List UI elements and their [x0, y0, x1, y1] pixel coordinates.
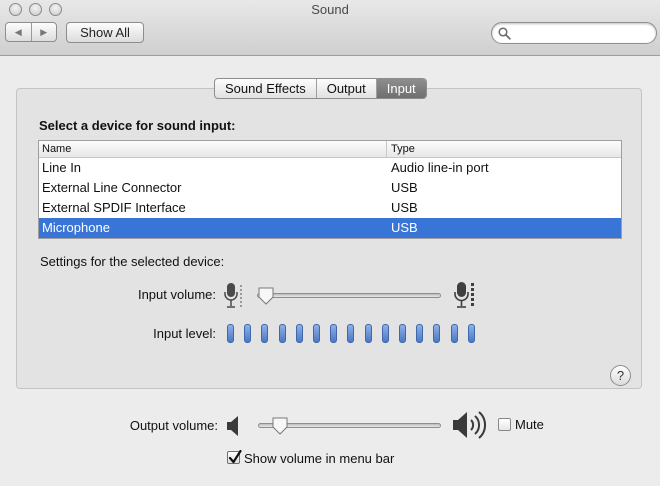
input-level-segment	[433, 324, 441, 343]
show-all-button[interactable]: Show All	[66, 22, 144, 43]
input-level-segment	[261, 324, 269, 343]
speaker-high-icon	[453, 411, 486, 439]
device-type: Audio line-in port	[391, 160, 489, 175]
input-device-table: Name Type Line In Audio line-in port Ext…	[38, 140, 622, 239]
help-button[interactable]: ?	[610, 365, 631, 386]
table-row[interactable]: Line In Audio line-in port	[39, 158, 621, 178]
help-icon: ?	[616, 368, 625, 383]
microphone-high-icon	[454, 282, 474, 308]
device-name: Microphone	[42, 220, 110, 235]
device-name: External SPDIF Interface	[42, 200, 186, 215]
chevron-left-icon: ◀	[14, 26, 22, 37]
input-level-segment	[450, 324, 458, 343]
column-header-name[interactable]: Name	[39, 141, 387, 157]
speaker-low-icon	[227, 416, 238, 436]
tab-input[interactable]: Input	[375, 79, 426, 98]
device-type: USB	[391, 220, 418, 235]
back-forward-group: ◀ ▶	[5, 22, 57, 42]
microphone-low-icon	[224, 283, 242, 308]
input-level-segment	[313, 324, 321, 343]
input-level-segment	[364, 324, 372, 343]
input-level-segment	[399, 324, 407, 343]
input-volume-label: Input volume:	[137, 287, 216, 302]
device-name: Line In	[42, 160, 82, 175]
search-icon	[498, 27, 511, 40]
input-level-segment	[227, 324, 234, 343]
output-volume-slider-thumb[interactable]	[272, 417, 288, 435]
input-level-meter	[227, 324, 475, 343]
table-row[interactable]: External Line Connector USB	[39, 178, 621, 198]
table-header: Name Type	[39, 141, 621, 158]
input-volume-slider-thumb[interactable]	[258, 287, 274, 305]
back-button[interactable]: ◀	[6, 23, 31, 41]
mute-checkbox[interactable]	[498, 418, 511, 431]
chevron-right-icon: ▶	[40, 26, 48, 37]
input-level-segment	[416, 324, 424, 343]
column-header-type[interactable]: Type	[387, 141, 415, 157]
input-level-segment	[330, 324, 338, 343]
title-bar: Sound ◀ ▶ Show All	[0, 0, 660, 56]
input-level-segment	[467, 324, 475, 343]
pane-tabs: Sound Effects Output Input	[214, 78, 427, 99]
device-list-heading: Select a device for sound input:	[39, 118, 236, 133]
input-level-segment	[347, 324, 355, 343]
output-volume-slider[interactable]	[258, 417, 441, 435]
input-level-segment	[381, 324, 389, 343]
checkmark-icon	[228, 450, 242, 464]
input-level-segment	[278, 324, 286, 343]
search-input[interactable]	[491, 22, 657, 44]
show-volume-in-menu-bar-checkbox[interactable]	[227, 450, 242, 464]
forward-button[interactable]: ▶	[30, 23, 57, 41]
input-level-segment	[244, 324, 252, 343]
input-volume-slider[interactable]	[257, 287, 441, 305]
device-type: USB	[391, 180, 418, 195]
show-volume-in-menu-bar-label[interactable]: Show volume in menu bar	[244, 451, 394, 466]
input-level-label: Input level:	[153, 326, 216, 341]
output-volume-label: Output volume:	[129, 418, 218, 433]
settings-label: Settings for the selected device:	[40, 254, 225, 269]
tab-sound-effects[interactable]: Sound Effects	[215, 79, 316, 98]
device-type: USB	[391, 200, 418, 215]
mute-label[interactable]: Mute	[515, 417, 544, 432]
input-level-segment	[295, 324, 303, 343]
tab-output[interactable]: Output	[315, 79, 376, 98]
window-title: Sound	[311, 2, 349, 17]
device-name: External Line Connector	[42, 180, 182, 195]
table-row[interactable]: External SPDIF Interface USB	[39, 198, 621, 218]
table-row-selected[interactable]: Microphone USB	[39, 218, 621, 238]
